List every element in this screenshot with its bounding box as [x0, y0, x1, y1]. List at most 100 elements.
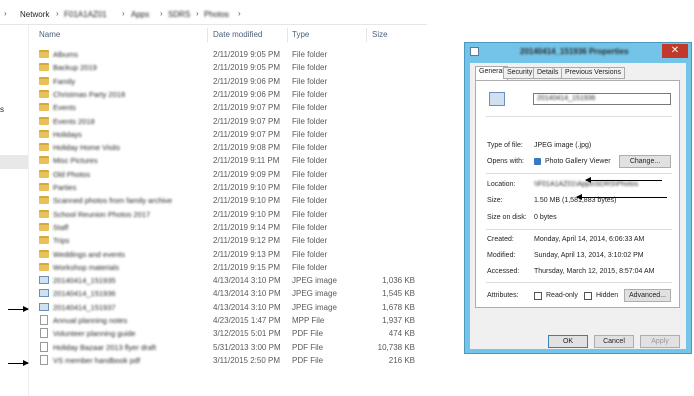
table-row[interactable]: Parties 2/11/2019 9:10 PM File folder: [30, 181, 427, 194]
read-only-checkbox[interactable]: [534, 292, 542, 300]
breadcrumb-share[interactable]: Apps: [131, 10, 149, 19]
cell-type: File folder: [292, 236, 328, 246]
cell-type: File folder: [292, 50, 328, 59]
folder-icon: [39, 103, 49, 112]
folder-icon: [39, 196, 49, 205]
accessed-value: Thursday, March 12, 2015, 8:57:04 AM: [534, 268, 655, 275]
tab-previous-versions[interactable]: Previous Versions: [561, 67, 626, 79]
file-name-value: 20140414_151936: [537, 95, 596, 102]
document-icon: [40, 354, 48, 365]
chevron-right-icon: ›: [196, 9, 199, 18]
table-row[interactable]: Workshop materials 2/11/2019 9:15 PM File …: [30, 261, 427, 274]
cell-type: File folder: [292, 76, 328, 86]
table-row[interactable]: Family 2/11/2019 9:06 PM File folder: [30, 75, 427, 88]
cell-size: 1,545 KB: [382, 289, 415, 299]
folder-icon: [39, 50, 49, 58]
cell-type: File folder: [292, 169, 328, 179]
cell-date: 4/13/2014 3:10 PM: [213, 289, 281, 299]
breadcrumb-network[interactable]: Network: [20, 10, 49, 19]
tab-details[interactable]: Details: [533, 67, 563, 79]
folder-icon: [39, 262, 49, 271]
cell-type: File folder: [292, 209, 328, 219]
column-divider[interactable]: [366, 28, 367, 42]
jpeg-icon: [39, 302, 49, 311]
folder-icon: [39, 183, 49, 191]
breadcrumb-folder1[interactable]: SDRS: [168, 10, 190, 19]
file-name-field[interactable]: 20140414_151936: [533, 93, 671, 105]
apply-button[interactable]: Apply: [640, 335, 680, 348]
table-row[interactable]: Scanned photos from family archive 2/11/2…: [30, 194, 427, 207]
folder-icon: [39, 249, 49, 258]
cell-date: 2/11/2019 9:11 PM: [213, 156, 280, 166]
chevron-right-icon: ›: [122, 9, 125, 18]
breadcrumb[interactable]: › Network › F01A1AZ01 › Apps › SDRS › Ph…: [0, 6, 427, 25]
table-row[interactable]: 20140414_151935 4/13/2014 3:10 PM JPEG ima…: [30, 274, 427, 287]
table-row[interactable]: School Reunion Photos 2017 2/11/2019 9:10…: [30, 208, 427, 221]
nav-pane-selected-item[interactable]: [0, 155, 28, 169]
table-row[interactable]: Christmas Party 2018 2/11/2019 9:06 PM Fil…: [30, 88, 427, 101]
cell-type: File folder: [292, 156, 328, 166]
column-divider[interactable]: [287, 28, 288, 42]
cell-type: File folder: [292, 249, 328, 259]
cell-date: 2/11/2019 9:14 PM: [213, 222, 281, 232]
table-row[interactable]: Misc Pictures 2/11/2019 9:11 PM File folde…: [30, 154, 427, 167]
hidden-label: Hidden: [596, 292, 619, 299]
table-row[interactable]: Events 2018 2/11/2019 9:07 PM File folder: [30, 115, 427, 128]
cell-name: Holiday Bazaar 2013 flyer draft: [53, 342, 156, 352]
column-header-size[interactable]: Size: [372, 30, 388, 39]
dialog-title-bar[interactable]: 20140414_151936 Properties ✕: [465, 43, 691, 61]
cell-name: Holiday Home Visits: [53, 143, 120, 153]
hidden-checkbox[interactable]: [584, 292, 592, 300]
cell-date: 2/11/2019 9:12 PM: [213, 236, 281, 246]
table-row[interactable]: Annual planning notes 4/23/2015 1:47 PM MP…: [30, 314, 427, 327]
column-header-type[interactable]: Type: [292, 30, 309, 39]
attributes-label: Attributes:: [487, 292, 519, 299]
cell-type: File folder: [292, 262, 328, 272]
table-row[interactable]: 20140414_151937 4/13/2014 3:10 PM JPEG ima…: [30, 301, 427, 314]
table-row[interactable]: Volunteer planning guide 3/12/2015 5:01 P…: [30, 327, 427, 340]
advanced-button[interactable]: Advanced...: [624, 289, 671, 302]
table-row[interactable]: Albums 2/11/2019 9:05 PM File folder: [30, 48, 427, 61]
close-button[interactable]: ✕: [662, 44, 688, 58]
jpeg-file-icon: [470, 47, 479, 56]
cell-type: PDF File: [292, 342, 324, 352]
table-row[interactable]: Holiday Bazaar 2013 flyer draft 5/31/2013…: [30, 341, 427, 354]
dialog-body: General Security Details Previous Versio…: [470, 63, 686, 349]
table-row[interactable]: Weddings and events 2/11/2019 9:13 PM File…: [30, 248, 427, 261]
navigation-pane[interactable]: s: [0, 25, 29, 396]
cell-name: Misc Pictures: [53, 156, 98, 166]
change-button[interactable]: Change...: [619, 155, 671, 168]
cell-name: 20140414_151937: [53, 302, 116, 312]
table-row[interactable]: Holiday Home Visits 2/11/2019 9:08 PM File…: [30, 141, 427, 154]
annotation-arrow: [576, 194, 667, 200]
size-label: Size:: [487, 197, 503, 204]
table-row[interactable]: Trips 2/11/2019 9:12 PM File folder: [30, 234, 427, 247]
breadcrumb-folder2[interactable]: Photos: [204, 10, 229, 19]
cell-type: PDF File: [292, 355, 324, 365]
cell-date: 4/23/2015 1:47 PM: [213, 316, 281, 325]
cell-type: File folder: [292, 183, 328, 192]
column-header-name[interactable]: Name: [39, 30, 60, 39]
column-divider[interactable]: [207, 28, 208, 42]
breadcrumb-server[interactable]: F01A1AZ01: [64, 10, 107, 19]
cell-name: 20140414_151936: [53, 289, 116, 299]
cell-type: File folder: [292, 63, 328, 73]
column-header-date[interactable]: Date modified: [213, 30, 262, 39]
ok-button[interactable]: OK: [548, 335, 588, 348]
location-label: Location:: [487, 181, 516, 188]
cell-name: Holidays: [53, 129, 82, 139]
cell-name: 20140414_151935: [53, 276, 116, 286]
table-row[interactable]: Holidays 2/11/2019 9:07 PM File folder: [30, 128, 427, 141]
cell-date: 5/31/2013 3:00 PM: [213, 342, 281, 352]
tab-security[interactable]: Security: [503, 67, 537, 79]
cell-date: 2/11/2019 9:06 PM: [213, 76, 281, 86]
table-row[interactable]: Backup 2019 2/11/2019 9:05 PM File folder: [30, 61, 427, 74]
cancel-button[interactable]: Cancel: [594, 335, 634, 348]
table-row[interactable]: Old Photos 2/11/2019 9:09 PM File folder: [30, 168, 427, 181]
table-row[interactable]: Events 2/11/2019 9:07 PM File folder: [30, 101, 427, 114]
table-row[interactable]: 20140414_151936 4/13/2014 3:10 PM JPEG ima…: [30, 287, 427, 300]
size-on-disk-label: Size on disk:: [487, 214, 527, 221]
table-row[interactable]: VS member handbook pdf 3/11/2015 2:50 PM P…: [30, 354, 427, 367]
table-row[interactable]: Staff 2/11/2019 9:14 PM File folder: [30, 221, 427, 234]
cell-size: 1,036 KB: [382, 276, 415, 286]
